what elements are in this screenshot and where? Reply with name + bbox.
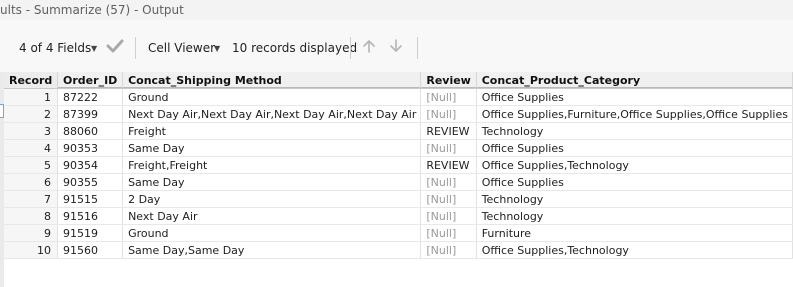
shipping-method-cell[interactable]: Next Day Air,Next Day Air,Next Day Air,N… [122,105,422,123]
review-cell[interactable]: [Null] [420,173,477,191]
shipping-method-cell[interactable]: Ground [122,88,422,106]
column-header-label: Review [426,73,471,87]
product-category-cell[interactable]: Technology [476,190,793,208]
table-row[interactable]: 4 90353 Same Day [Null] Office Supplies [4,139,793,157]
column-header-review[interactable]: Review [420,72,477,89]
record-cell[interactable]: 3 [4,122,59,140]
order-id-cell[interactable]: 91516 [57,207,124,225]
table-row[interactable]: 8 91516 Next Day Air [Null] Technology [4,207,793,225]
window-title: ults - Summarize (57) - Output [0,3,184,17]
caret-down-icon[interactable]: ▼ [91,41,97,57]
shipping-method-cell[interactable]: Ground [122,224,422,242]
record-cell[interactable]: 8 [4,207,59,225]
column-header-product-category[interactable]: Concat_Product_Category [476,72,793,89]
table-row[interactable]: 10 91560 Same Day,Same Day [Null] Office… [4,241,793,259]
product-category-cell[interactable]: Technology [476,207,793,225]
record-cell[interactable]: 4 [4,139,59,157]
record-cell[interactable]: 2 [4,105,59,123]
review-cell[interactable]: [Null] [420,207,477,225]
column-header-shipping-method[interactable]: Concat_Shipping Method [122,72,422,89]
arrow-up-icon[interactable] [361,38,377,58]
product-category-cell[interactable]: Office Supplies,Furniture,Office Supplie… [476,105,793,123]
table-row[interactable]: 2 87399 Next Day Air,Next Day Air,Next D… [4,105,793,123]
window-titlebar: ults - Summarize (57) - Output [0,0,793,20]
column-underline [123,87,420,88]
order-id-cell[interactable]: 90353 [57,139,124,157]
record-cell[interactable]: 1 [4,88,59,106]
column-header-order-id[interactable]: Order_ID [57,72,124,89]
shipping-method-cell[interactable]: Freight,Freight [122,156,422,174]
toolbar: 4 of 4 Fields ▼ Cell Viewer ▼ 10 records… [0,20,793,72]
review-cell[interactable]: [Null] [420,190,477,208]
order-id-cell[interactable]: 90354 [57,156,124,174]
order-id-cell[interactable]: 87399 [57,105,124,123]
record-cell[interactable]: 10 [4,241,59,259]
table-row[interactable]: 5 90354 Freight,Freight REVIEW Office Su… [4,156,793,174]
review-cell[interactable]: [Null] [420,88,477,106]
table-header-row: Record Order_ID Concat_Shipping Method R… [4,72,793,89]
toolbar-divider [135,37,136,59]
review-cell[interactable]: [Null] [420,241,477,259]
table-row[interactable]: 6 90355 Same Day [Null] Office Supplies [4,173,793,191]
order-id-cell[interactable]: 90355 [57,173,124,191]
product-category-cell[interactable]: Technology [476,122,793,140]
caret-down-icon[interactable]: ▼ [214,41,220,57]
product-category-cell[interactable]: Office Supplies [476,173,793,191]
results-grid: Record Order_ID Concat_Shipping Method R… [0,72,793,287]
shipping-method-cell[interactable]: Same Day [122,173,422,191]
record-cell[interactable]: 5 [4,156,59,174]
column-underline [58,87,122,88]
column-header-record[interactable]: Record [4,72,59,89]
order-id-cell[interactable]: 91519 [57,224,124,242]
data-table: Record Order_ID Concat_Shipping Method R… [4,72,793,259]
checkmark-icon[interactable] [106,38,124,58]
order-id-cell[interactable]: 91560 [57,241,124,259]
table-row[interactable]: 9 91519 Ground [Null] Furniture [4,224,793,242]
column-header-label: Concat_Product_Category [481,73,641,87]
review-cell[interactable]: REVIEW [420,156,477,174]
record-cell[interactable]: 7 [4,190,59,208]
review-cell[interactable]: [Null] [420,105,477,123]
shipping-method-cell[interactable]: 2 Day [122,190,422,208]
column-underline [421,87,476,88]
toolbar-divider [417,37,418,59]
cell-viewer-dropdown[interactable]: Cell Viewer [148,40,215,56]
column-header-label: Order_ID [63,73,118,87]
product-category-cell[interactable]: Office Supplies,Technology [476,156,793,174]
order-id-cell[interactable]: 91515 [57,190,124,208]
toolbar-divider [350,37,351,59]
shipping-method-cell[interactable]: Next Day Air [122,207,422,225]
shipping-method-cell[interactable]: Freight [122,122,422,140]
table-row[interactable]: 1 87222 Ground [Null] Office Supplies [4,88,793,106]
fields-selector[interactable]: 4 of 4 Fields [19,40,91,56]
order-id-cell[interactable]: 88060 [57,122,124,140]
arrow-down-icon[interactable] [388,38,404,58]
records-count: 10 records displayed [232,41,358,55]
record-cell[interactable]: 6 [4,173,59,191]
product-category-cell[interactable]: Office Supplies,Technology [476,241,793,259]
review-cell[interactable]: [Null] [420,224,477,242]
table-row[interactable]: 3 88060 Freight REVIEW Technology [4,122,793,140]
review-cell[interactable]: [Null] [420,139,477,157]
order-id-cell[interactable]: 87222 [57,88,124,106]
shipping-method-cell[interactable]: Same Day,Same Day [122,241,422,259]
product-category-cell[interactable]: Office Supplies [476,88,793,106]
record-cell[interactable]: 9 [4,224,59,242]
review-cell[interactable]: REVIEW [420,122,477,140]
column-header-label: Concat_Shipping Method [128,73,282,87]
product-category-cell[interactable]: Furniture [476,224,793,242]
shipping-method-cell[interactable]: Same Day [122,139,422,157]
product-category-cell[interactable]: Office Supplies [476,139,793,157]
table-row[interactable]: 7 91515 2 Day [Null] Technology [4,190,793,208]
column-underline [476,87,792,88]
